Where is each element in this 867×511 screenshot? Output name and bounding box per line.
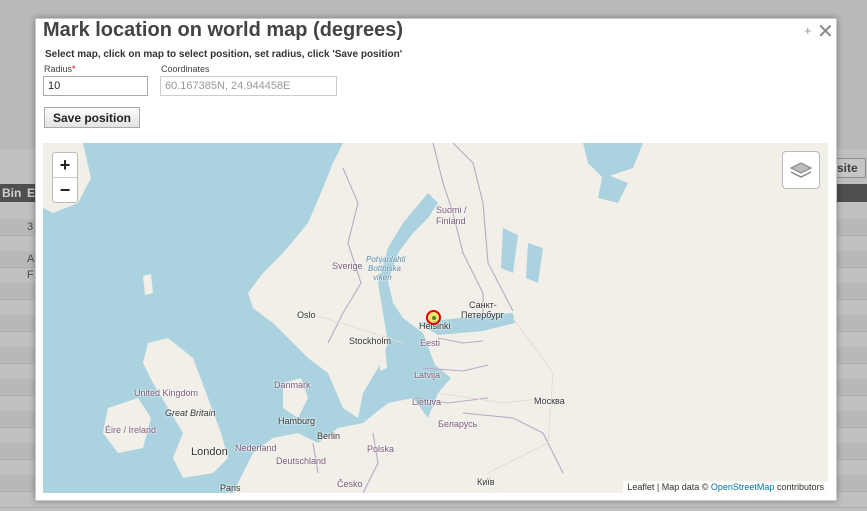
radius-label: Radius* — [44, 64, 76, 74]
map-label-stockholm: Stockholm — [349, 336, 392, 346]
map-label-great-britain: Great Britain — [165, 408, 216, 418]
map-label-paris: Paris — [220, 483, 241, 493]
map-label-sankt: Санкт- — [469, 300, 497, 310]
map-label-deutschland: Deutschland — [276, 456, 327, 466]
map-label-belarus: Беларусь — [438, 419, 478, 429]
save-position-button[interactable]: Save position — [44, 107, 140, 128]
map-attribution: Leaflet | Map data © OpenStreetMap contr… — [623, 481, 828, 493]
map-label-kyiv: Київ — [477, 477, 495, 487]
map-label-danmark: Danmark — [274, 380, 311, 390]
layers-button[interactable] — [782, 151, 820, 189]
map-label-pohjanlahti: Pohjanlahti — [366, 255, 406, 264]
close-button[interactable]: ✕ — [817, 19, 834, 44]
map-label-latvija: Latvija — [414, 370, 441, 380]
map-label-viken: viken — [373, 273, 392, 282]
maximize-button[interactable]: + — [804, 23, 812, 38]
zoom-control: + − — [52, 152, 78, 203]
map-label-lietuva: Lietuva — [412, 397, 442, 407]
radius-input[interactable] — [43, 76, 148, 96]
map-label-oslo: Oslo — [297, 310, 316, 320]
map-label-eesti: Eesti — [420, 338, 441, 348]
map-label-nederland: Nederland — [235, 443, 277, 453]
layers-icon — [789, 162, 813, 178]
map-label-peterburg: Петербург — [461, 310, 504, 320]
map-label-london: London — [191, 446, 228, 458]
attribution-prefix: Leaflet | Map data © — [627, 482, 709, 492]
location-marker[interactable] — [426, 310, 441, 325]
attribution-suffix: contributors — [776, 482, 824, 492]
coordinates-label: Coordinates — [161, 64, 210, 74]
map-label-sverige: Sverige — [332, 261, 363, 271]
required-marker: * — [72, 64, 76, 74]
openstreetmap-link[interactable]: OpenStreetMap — [711, 482, 775, 492]
map-label-united-kingdom: United Kingdom — [134, 388, 199, 398]
map-label-berlin: Berlin — [317, 431, 341, 441]
radius-label-text: Radius — [44, 64, 73, 74]
zoom-in-button[interactable]: + — [53, 153, 77, 178]
instructions-text: Select map, click on map to select posit… — [45, 49, 403, 60]
coordinates-field[interactable] — [160, 76, 337, 96]
map-label-eire: Éire / Ireland — [105, 425, 157, 435]
map-label-hamburg: Hamburg — [278, 416, 316, 426]
map-label-finland: Finland — [436, 216, 466, 226]
world-map[interactable]: Suomi / Finland Sverige Pohjanlahti Bott… — [43, 143, 828, 493]
dialog-title: Mark location on world map (degrees) — [43, 19, 404, 41]
zoom-out-button[interactable]: − — [53, 178, 77, 202]
location-dialog: Mark location on world map (degrees) + ✕… — [35, 18, 837, 501]
map-label-moskva: Москва — [534, 396, 565, 406]
map-label-suomi: Suomi / — [436, 205, 467, 215]
marker-center-dot — [432, 316, 436, 320]
map-label-cesko: Česko — [337, 479, 363, 489]
map-label-polska: Polska — [367, 444, 395, 454]
map-label-bottniska: Bottniska — [368, 264, 401, 273]
